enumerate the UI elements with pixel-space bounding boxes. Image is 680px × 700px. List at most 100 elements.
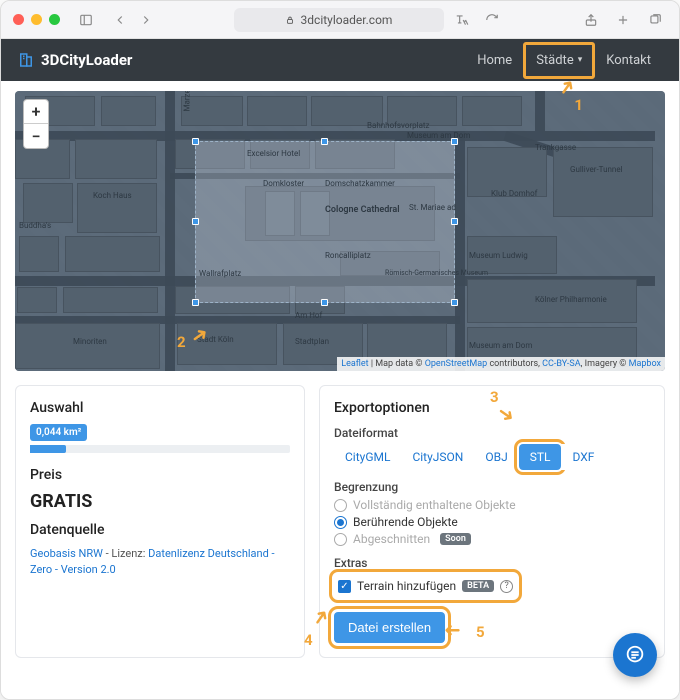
terrain-checkbox[interactable]: ✓ Terrain hinzufügen BETA ?: [338, 579, 513, 593]
format-obj[interactable]: OBJ: [474, 444, 518, 470]
bound-title: Begrenzung: [334, 480, 650, 494]
annotation-arrow-icon: ➜: [306, 603, 335, 630]
map-attribution: Leaflet | Map data © OpenStreetMap contr…: [337, 357, 665, 371]
refresh-button[interactable]: [480, 8, 504, 32]
leaflet-link[interactable]: Leaflet: [341, 359, 368, 369]
selection-handle-nw[interactable]: [192, 138, 199, 145]
window-controls: [13, 14, 60, 25]
terrain-label: Terrain hinzufügen: [357, 579, 456, 593]
mapbox-link[interactable]: Mapbox: [629, 359, 661, 369]
ccbysa-link[interactable]: CC-BY-SA: [542, 359, 580, 369]
map-label: St. Mariae ad: [409, 203, 456, 212]
forward-button[interactable]: [134, 8, 158, 32]
selection-rectangle[interactable]: [195, 141, 455, 303]
brand[interactable]: 3DCityLoader: [17, 51, 132, 69]
chat-icon: [624, 644, 646, 666]
map-label: Marzellenstraße: [183, 91, 192, 112]
selection-handle-e[interactable]: [451, 218, 458, 225]
url-bar[interactable]: 3dcityloader.com: [234, 8, 444, 32]
bound-cut-radio: Abgeschnitten Soon: [334, 532, 650, 546]
app-header: 3DCityLoader Home Städte ▾ Kontakt: [1, 39, 679, 81]
zoom-in-button[interactable]: +: [24, 100, 48, 124]
nav-home[interactable]: Home: [465, 43, 524, 78]
source-link[interactable]: Geobasis NRW: [30, 547, 103, 560]
map-label: Museum am Dom: [469, 341, 532, 350]
map-label: Kölner Philharmonie: [535, 295, 607, 304]
format-citygml[interactable]: CityGML: [334, 444, 401, 470]
nav-cities-dropdown[interactable]: Städte ▾: [524, 43, 594, 78]
back-button[interactable]: [108, 8, 132, 32]
annotation-4: 4: [304, 631, 313, 649]
selection-handle-sw[interactable]: [192, 299, 199, 306]
format-cityjson[interactable]: CityJSON: [401, 444, 474, 470]
map-label: Excelsior Hotel: [247, 149, 300, 158]
map-label: Stadtplan: [295, 337, 329, 346]
nav-contact[interactable]: Kontakt: [594, 43, 663, 78]
selection-handle-n[interactable]: [321, 138, 328, 145]
map-label: Klub Domhof: [491, 189, 537, 198]
beta-badge: BETA: [462, 580, 494, 592]
bound-touch-radio[interactable]: Berührende Objekte: [334, 515, 650, 529]
bound-cut-label: Abgeschnitten: [353, 532, 430, 546]
map-label: Bahnhofsvorplatz: [367, 121, 430, 130]
chevron-down-icon: ▾: [578, 55, 583, 65]
selection-handle-se[interactable]: [451, 299, 458, 306]
soon-badge: Soon: [440, 533, 471, 545]
format-tabs: CityGML CityJSON OBJ STL DXF: [334, 444, 650, 470]
selection-handle-s[interactable]: [321, 299, 328, 306]
source-title: Datenquelle: [30, 522, 290, 538]
reader-translate-icon[interactable]: [450, 8, 474, 32]
new-tab-icon[interactable]: [611, 8, 635, 32]
annotation-3: 3: [490, 388, 499, 406]
brand-text: 3DCityLoader: [41, 51, 132, 69]
selection-card: Auswahl 0,044 km² Preis GRATIS Datenquel…: [15, 385, 305, 658]
map-label: Minoriten: [73, 337, 107, 346]
zoom-out-button[interactable]: −: [24, 124, 48, 148]
bound-full-label: Vollständig enthaltene Objekte: [353, 498, 516, 512]
map-label: Trankgasse: [535, 143, 576, 152]
fullscreen-window-icon[interactable]: [49, 14, 60, 25]
map-label: Museum am Dom: [407, 131, 470, 140]
format-stl[interactable]: STL: [519, 444, 562, 470]
share-icon[interactable]: [579, 8, 603, 32]
map-label: Domkloster: [263, 179, 304, 188]
price-value: GRATIS: [30, 491, 290, 512]
map-label: Domschatzkammer: [325, 179, 395, 188]
sidebar-toggle-icon[interactable]: [74, 8, 98, 32]
help-icon[interactable]: ?: [500, 580, 513, 593]
annotation-2: 2: [177, 333, 186, 351]
map-label: Römisch-Germanisches Museum: [385, 269, 488, 277]
bound-touch-label: Berührende Objekte: [353, 515, 458, 529]
map[interactable]: Cologne Cathedral Domschatzkammer Domklo…: [15, 91, 665, 371]
url-host: 3dcityloader.com: [301, 13, 393, 27]
browser-chrome: 3dcityloader.com: [1, 1, 679, 39]
map-label: Roncalliplatz: [325, 251, 371, 260]
selection-title: Auswahl: [30, 400, 290, 416]
map-label: Wallrafplatz: [199, 269, 241, 278]
map-label: Koch Haus: [93, 191, 132, 200]
building-icon: [17, 51, 35, 69]
chat-button[interactable]: [613, 633, 657, 677]
bound-full-radio[interactable]: Vollständig enthaltene Objekte: [334, 498, 650, 512]
format-dxf[interactable]: DXF: [561, 444, 605, 470]
format-title: Dateiformat: [334, 426, 650, 440]
main-nav: Home Städte ▾ Kontakt: [465, 43, 663, 78]
minimize-window-icon[interactable]: [31, 14, 42, 25]
osm-link[interactable]: OpenStreetMap: [425, 359, 488, 369]
annotation-5: 5: [476, 623, 485, 641]
map-label: Gulliver-Tunnel: [570, 165, 623, 174]
close-window-icon[interactable]: [13, 14, 24, 25]
map-label: Cologne Cathedral: [325, 205, 400, 215]
lock-icon: [285, 15, 295, 25]
extras-title: Extras: [334, 556, 650, 570]
create-file-button[interactable]: Datei erstellen: [334, 612, 445, 643]
price-title: Preis: [30, 467, 290, 483]
map-label: Buddha's: [19, 221, 51, 230]
annotation-1: 1: [574, 96, 583, 114]
map-label: Museum Ludwig: [469, 251, 528, 260]
tabs-overview-icon[interactable]: [643, 8, 667, 32]
selection-handle-w[interactable]: [192, 218, 199, 225]
export-card: Exportoptionen Dateiformat CityGML CityJ…: [319, 385, 665, 658]
zoom-control: + −: [23, 99, 49, 149]
map-label: Am Hof: [295, 311, 322, 320]
